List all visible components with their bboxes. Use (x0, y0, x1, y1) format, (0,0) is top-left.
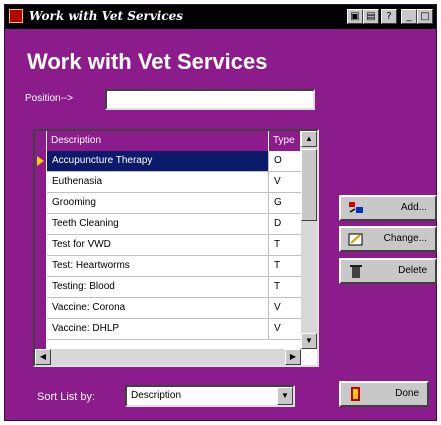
delete-button[interactable]: Delete (339, 258, 437, 284)
table-row[interactable]: Vaccine: DHLP V (47, 319, 301, 340)
minimize-button[interactable]: _ (401, 9, 417, 24)
delete-button-label: Delete (398, 265, 427, 276)
cell-type[interactable]: T (269, 277, 301, 297)
app-icon (9, 9, 23, 23)
sort-select[interactable]: Description ▼ (125, 385, 295, 407)
cell-description[interactable]: Vaccine: DHLP (47, 319, 269, 339)
trash-icon (350, 265, 362, 278)
sort-label: Sort List by: (37, 391, 96, 403)
vertical-scrollbar[interactable]: ▲ ▼ (301, 131, 317, 349)
services-grid: Description Type Accupuncture Therapy O Eu… (33, 129, 319, 367)
page-title: Work with Vet Services (27, 49, 268, 74)
toolbar-icon-1[interactable]: ▣ (347, 9, 363, 24)
table-row[interactable]: Teeth Cleaning D (47, 214, 301, 235)
cell-description[interactable]: Test: Heartworms (47, 256, 269, 276)
horizontal-scrollbar[interactable]: ◀ ▶ (35, 349, 301, 365)
done-button[interactable]: Done (339, 381, 429, 407)
cell-type[interactable]: T (269, 256, 301, 276)
cell-description[interactable]: Testing: Blood (47, 277, 269, 297)
scroll-right-icon[interactable]: ▶ (285, 349, 301, 365)
edit-icon (348, 233, 363, 246)
change-button-label: Change... (383, 233, 427, 244)
cell-type[interactable]: G (269, 193, 301, 213)
sort-select-value: Description (131, 390, 182, 401)
change-button[interactable]: Change... (339, 226, 437, 252)
toolbar-icon-2[interactable]: ▤ (363, 9, 379, 24)
row-selector-column (35, 131, 47, 365)
cell-description[interactable]: Teeth Cleaning (47, 214, 269, 234)
add-icon (349, 202, 363, 213)
table-row[interactable]: Vaccine: Corona V (47, 298, 301, 319)
position-input[interactable] (105, 89, 315, 110)
cell-type[interactable]: D (269, 214, 301, 234)
cell-type[interactable]: O (269, 151, 301, 171)
cell-type[interactable]: V (269, 298, 301, 318)
vet-services-window: Work with Vet Services ▣ ▤ ? _ □ Work wi… (4, 4, 437, 421)
add-button[interactable]: Add... (339, 195, 437, 221)
chevron-down-icon[interactable]: ▼ (277, 387, 293, 405)
table-row[interactable]: Euthenasia V (47, 172, 301, 193)
table-row[interactable]: Accupuncture Therapy O (47, 151, 301, 172)
table-row[interactable]: Test: Heartworms T (47, 256, 301, 277)
cell-type[interactable]: V (269, 172, 301, 192)
scroll-up-icon[interactable]: ▲ (301, 131, 317, 147)
add-button-label: Add... (400, 202, 427, 213)
table-row[interactable]: Test for VWD T (47, 235, 301, 256)
table-row[interactable]: Testing: Blood T (47, 277, 301, 298)
scroll-left-icon[interactable]: ◀ (35, 349, 51, 365)
cell-type[interactable]: V (269, 319, 301, 339)
position-label: Position--> (25, 93, 74, 104)
cell-description[interactable]: Euthenasia (47, 172, 269, 192)
cell-type[interactable]: T (269, 235, 301, 255)
column-header-type[interactable]: Type (269, 131, 301, 151)
help-button[interactable]: ? (381, 9, 397, 24)
done-button-label: Done (395, 388, 419, 399)
maximize-button[interactable]: □ (417, 9, 433, 24)
title-bar: Work with Vet Services ▣ ▤ ? _ □ (5, 5, 436, 29)
cell-description[interactable]: Accupuncture Therapy (47, 151, 269, 171)
scroll-thumb[interactable] (301, 149, 317, 221)
column-header-description[interactable]: Description (47, 131, 269, 151)
exit-door-icon (351, 387, 360, 401)
cell-description[interactable]: Grooming (47, 193, 269, 213)
cell-description[interactable]: Vaccine: Corona (47, 298, 269, 318)
scroll-down-icon[interactable]: ▼ (301, 333, 317, 349)
window-title: Work with Vet Services (29, 9, 184, 23)
current-row-arrow-icon (37, 156, 44, 166)
table-row[interactable]: Grooming G (47, 193, 301, 214)
cell-description[interactable]: Test for VWD (47, 235, 269, 255)
